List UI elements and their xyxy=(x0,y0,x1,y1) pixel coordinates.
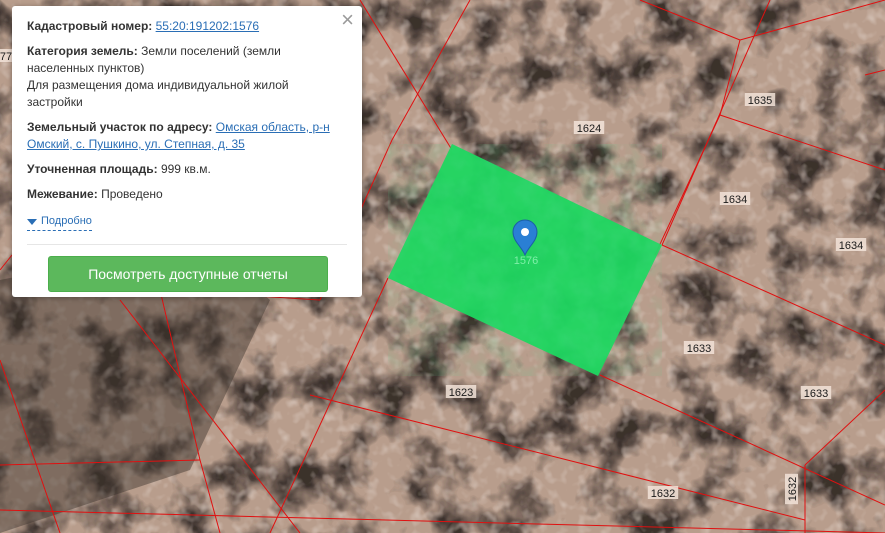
area-row: Уточненная площадь: 999 кв.м. xyxy=(27,161,347,178)
plot-number-text: 1633 xyxy=(687,343,711,355)
popup-divider xyxy=(27,244,347,245)
area-label: Уточненная площадь: xyxy=(27,162,158,176)
cadastral-number-label: Кадастровый номер: xyxy=(27,19,153,33)
survey-row: Межевание: Проведено xyxy=(27,186,347,203)
plot-info-popup: × Кадастровый номер: 55:20:191202:1576 К… xyxy=(12,6,362,297)
plot-number-label: 1632 xyxy=(647,486,679,500)
plot-number-label: 1634 xyxy=(719,192,751,206)
details-toggle-label: Подробно xyxy=(41,215,92,227)
triangle-down-icon xyxy=(27,218,37,225)
survey-label: Межевание: xyxy=(27,187,98,201)
selected-plot-number: 1576 xyxy=(514,255,538,267)
land-usage-value: Для размещения дома индивидуальной жилой… xyxy=(27,78,289,109)
survey-value: Проведено xyxy=(101,187,163,201)
plot-number-label: 1623 xyxy=(445,385,477,399)
address-label: Земельный участок по адресу: xyxy=(27,120,213,134)
plot-number-text: 1634 xyxy=(839,240,863,252)
plot-number-label: 1633 xyxy=(800,386,832,400)
cadastral-number-link[interactable]: 55:20:191202:1576 xyxy=(156,19,259,33)
view-reports-button[interactable]: Посмотреть доступные отчеты xyxy=(48,256,328,292)
plot-number-text: 1634 xyxy=(723,194,747,206)
details-toggle[interactable]: Подробно xyxy=(27,213,92,231)
plot-number-label: 1624 xyxy=(573,121,605,135)
close-icon[interactable]: × xyxy=(341,9,354,31)
cadastral-number-row: Кадастровый номер: 55:20:191202:1576 xyxy=(27,18,347,35)
plot-number-text: 1632 xyxy=(787,477,799,501)
plot-number-label: 1633 xyxy=(683,341,715,355)
land-category-label: Категория земель: xyxy=(27,44,138,58)
area-value: 999 кв.м. xyxy=(160,162,211,176)
plot-number-label: 1634 xyxy=(835,238,867,252)
plot-number-text: 1624 xyxy=(577,123,601,135)
plot-number-label: 1635 xyxy=(744,93,776,107)
plot-number-label: 1632 xyxy=(785,473,799,505)
plot-number-text: 1623 xyxy=(449,387,473,399)
land-category-row: Категория земель: Земли поселений (земли… xyxy=(27,43,347,111)
plot-number-text: 1635 xyxy=(748,95,772,107)
plot-number-text: 77 xyxy=(0,51,12,63)
address-row: Земельный участок по адресу: Омская обла… xyxy=(27,119,347,153)
plot-number-text: 1632 xyxy=(651,488,675,500)
plot-number-text: 1633 xyxy=(804,388,828,400)
